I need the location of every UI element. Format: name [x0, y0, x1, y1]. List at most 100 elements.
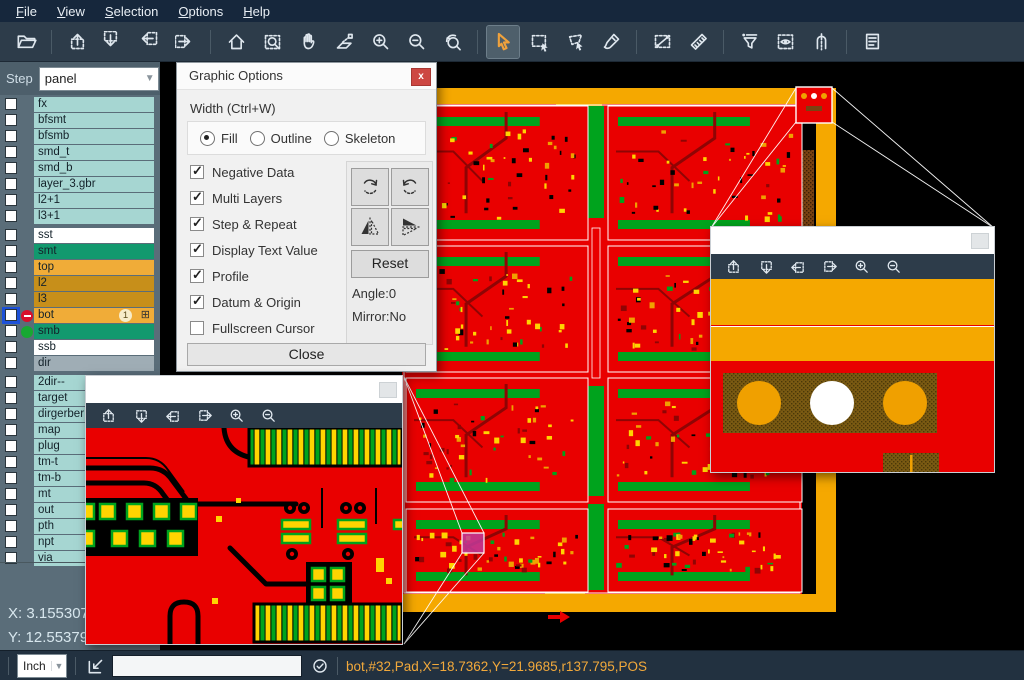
pan-left-button[interactable] [160, 405, 184, 427]
sync-icon[interactable] [311, 657, 329, 675]
zoom-previous-button[interactable] [436, 26, 468, 58]
layer-row-bfsmb[interactable]: bfsmb [0, 129, 154, 144]
layer-checkbox[interactable] [5, 210, 17, 222]
command-input[interactable] [112, 655, 302, 677]
layer-checkbox[interactable] [5, 309, 17, 321]
view-options-button[interactable] [769, 26, 801, 58]
checkbox-row-negative-data[interactable]: Negative Data [190, 159, 340, 185]
checkbox-row-profile[interactable]: Profile [190, 263, 340, 289]
magnifier-content-pads[interactable] [711, 279, 994, 472]
pan-up-button[interactable] [96, 405, 120, 427]
layer-row-dir[interactable]: dir [0, 356, 154, 371]
zoom-out-button[interactable] [400, 26, 432, 58]
layer-row-bfsmt[interactable]: bfsmt [0, 113, 154, 128]
pan-hand-button[interactable] [292, 26, 324, 58]
layer-label[interactable]: bot [34, 308, 154, 323]
radio-circle[interactable] [324, 131, 339, 146]
layer-checkbox[interactable] [5, 424, 17, 436]
layer-label[interactable]: l2 [34, 276, 154, 291]
layer-row-l2[interactable]: l2 [0, 276, 154, 291]
layer-label[interactable]: l3 [34, 292, 154, 307]
layer-row-ssb[interactable]: ssb [0, 340, 154, 355]
layer-label[interactable]: l2+1 [34, 193, 154, 208]
menu-options[interactable]: Options [168, 2, 233, 21]
layer-checkbox[interactable] [5, 130, 17, 142]
layer-checkbox[interactable] [5, 520, 17, 532]
rotate-cw-button[interactable] [351, 168, 389, 206]
mirror-vertical-button[interactable] [391, 208, 429, 246]
checkbox-row-multi-layers[interactable]: Multi Layers [190, 185, 340, 211]
layer-checkbox[interactable] [5, 536, 17, 548]
layer-checkbox[interactable] [5, 456, 17, 468]
measure-distance-button[interactable] [646, 26, 678, 58]
layer-label[interactable]: layer_3.gbr [34, 177, 154, 192]
angle-measure-icon[interactable] [86, 656, 106, 676]
open-file-button[interactable] [10, 26, 42, 58]
layer-checkbox[interactable] [5, 472, 17, 484]
layer-row-smb[interactable]: smb [0, 324, 154, 339]
pan-down-button[interactable] [128, 405, 152, 427]
layer-checkbox[interactable] [5, 277, 17, 289]
layer-row-l3[interactable]: l3 [0, 292, 154, 307]
menu-view[interactable]: View [47, 2, 95, 21]
dialog-titlebar[interactable]: Graphic Options x [177, 63, 436, 90]
layer-row-layer_3.gbr[interactable]: layer_3.gbr [0, 177, 154, 192]
report-button[interactable] [856, 26, 888, 58]
checkbox[interactable] [190, 295, 204, 309]
checkbox-row-datum-origin[interactable]: Datum & Origin [190, 289, 340, 315]
checkbox[interactable] [190, 321, 204, 335]
layer-label[interactable]: fx [34, 97, 154, 112]
zoom-in-button[interactable] [224, 405, 248, 427]
zoom-out-button[interactable] [256, 405, 280, 427]
layer-checkbox[interactable] [5, 229, 17, 241]
layer-checkbox[interactable] [5, 408, 17, 420]
select-tool-button[interactable] [487, 26, 519, 58]
pan-left-button[interactable] [785, 256, 809, 278]
layer-checkbox[interactable] [5, 488, 17, 500]
layer-label[interactable]: dir [34, 356, 154, 371]
window-button[interactable] [379, 382, 397, 398]
layer-checkbox[interactable] [5, 392, 17, 404]
zoom-source-right[interactable] [796, 87, 832, 123]
menu-help[interactable]: Help [233, 2, 280, 21]
checkbox-row-step-repeat[interactable]: Step & Repeat [190, 211, 340, 237]
magnifier-content-pcb-traces[interactable] [86, 428, 402, 644]
layer-label[interactable]: top [34, 260, 154, 275]
select-rect-button[interactable] [523, 26, 555, 58]
layer-row-fx[interactable]: fx [0, 97, 154, 112]
zoom-window-button[interactable] [256, 26, 288, 58]
mirror-horizontal-button[interactable] [351, 208, 389, 246]
snap-button[interactable] [805, 26, 837, 58]
layer-label[interactable]: smb [34, 324, 154, 339]
filter-button[interactable] [733, 26, 765, 58]
ruler-button[interactable] [682, 26, 714, 58]
layer-checkbox[interactable] [5, 98, 17, 110]
layer-checkbox[interactable] [5, 440, 17, 452]
step-select[interactable]: panel ▼ [39, 67, 159, 91]
checkbox-row-display-text-value[interactable]: Display Text Value [190, 237, 340, 263]
layer-row-smt[interactable]: smt [0, 244, 154, 259]
radio-fill[interactable]: Fill [200, 131, 238, 146]
zoom-out-button[interactable] [881, 256, 905, 278]
magnifier-titlebar[interactable] [86, 376, 402, 403]
layer-checkbox[interactable] [5, 293, 17, 305]
layer-checkbox[interactable] [5, 178, 17, 190]
window-button[interactable] [971, 233, 989, 249]
checkbox-row-fullscreen-cursor[interactable]: Fullscreen Cursor [190, 315, 340, 341]
layer-checkbox[interactable] [5, 357, 17, 369]
checkbox[interactable] [190, 191, 204, 205]
layer-row-smd_t[interactable]: smd_t [0, 145, 154, 160]
checkbox[interactable] [190, 217, 204, 231]
layer-checkbox[interactable] [5, 341, 17, 353]
layer-row-l3+1[interactable]: l3+1 [0, 209, 154, 224]
layer-label[interactable]: smd_t [34, 145, 154, 160]
layer-label[interactable]: bfsmt [34, 113, 154, 128]
close-button[interactable]: Close [187, 343, 426, 366]
drag-view-button[interactable] [328, 26, 360, 58]
layer-checkbox[interactable] [5, 325, 17, 337]
radio-circle[interactable] [200, 131, 215, 146]
layer-row-top[interactable]: top [0, 260, 154, 275]
layer-row-bot[interactable]: bot1⊞ [0, 308, 154, 323]
pan-right-button[interactable] [817, 256, 841, 278]
selection-highlight[interactable] [462, 533, 484, 553]
